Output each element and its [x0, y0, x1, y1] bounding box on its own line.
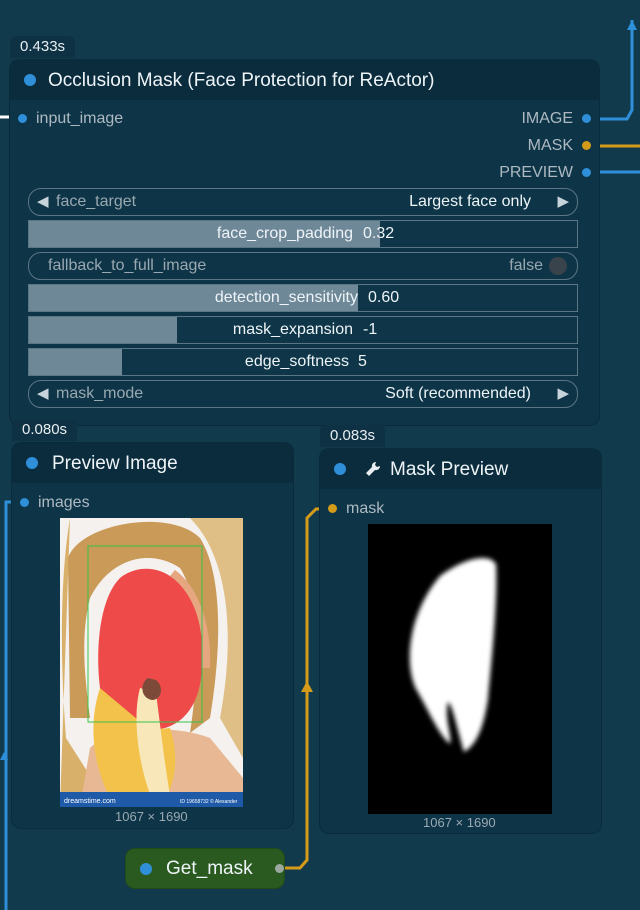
- mask-expansion-slider[interactable]: mask_expansion -1: [28, 316, 578, 344]
- arrow-left-icon[interactable]: ◀: [37, 384, 49, 402]
- occlusion-mask-node[interactable]: Occlusion Mask (Face Protection for ReAc…: [10, 60, 599, 425]
- mask-preview-node[interactable]: Mask Preview mask 1067 × 1690: [320, 449, 601, 833]
- arrow-right-icon[interactable]: ▶: [557, 192, 569, 210]
- output-mask-slot[interactable]: [582, 141, 591, 150]
- widget-label: face_target: [56, 193, 137, 210]
- node-status-dot[interactable]: [334, 463, 346, 475]
- watermark-left: dreamstime.com: [64, 798, 116, 805]
- node-header[interactable]: Mask Preview: [320, 449, 601, 489]
- preview-image[interactable]: dreamstime.com ID 19658732 © Alexander: [60, 518, 243, 807]
- output-preview-label: PREVIEW: [499, 164, 573, 181]
- preview-image-node[interactable]: Preview Image images dreamstime.com ID 1…: [12, 443, 293, 828]
- widget-label: mask_expansion: [232, 321, 353, 338]
- mask-image[interactable]: [368, 524, 552, 814]
- detection-sensitivity-slider[interactable]: detection_sensitivity 0.60: [28, 284, 578, 312]
- output-preview-slot[interactable]: [582, 168, 591, 177]
- widget-label: edge_softness: [244, 353, 349, 370]
- slider-fill: [29, 317, 177, 343]
- input-label: mask: [346, 500, 385, 517]
- execution-time-badge: 0.080s: [12, 419, 78, 441]
- arrow-left-icon[interactable]: ◀: [37, 192, 49, 210]
- widget-value: Largest face only: [409, 193, 531, 210]
- node-header[interactable]: Occlusion Mask (Face Protection for ReAc…: [10, 60, 599, 100]
- get-mask-node[interactable]: Get_mask: [126, 849, 284, 888]
- widget-label: fallback_to_full_image: [48, 257, 207, 274]
- input-label: images: [38, 494, 90, 511]
- output-image-slot[interactable]: [582, 114, 591, 123]
- image-size-caption: 1067 × 1690: [423, 815, 496, 830]
- mask-picture: [409, 557, 497, 752]
- output-mask-label: MASK: [527, 137, 573, 154]
- output-slot[interactable]: [275, 864, 284, 873]
- execution-time-badge: 0.433s: [10, 36, 76, 58]
- input-label: input_image: [36, 110, 124, 127]
- widget-label: face_crop_padding: [216, 225, 353, 242]
- face-crop-padding-slider[interactable]: face_crop_padding 0.32: [28, 220, 578, 248]
- toggle-knob[interactable]: [549, 257, 567, 275]
- node-status-dot[interactable]: [24, 74, 36, 86]
- edge-softness-slider[interactable]: edge_softness 5: [28, 348, 578, 376]
- widget-value: 0.32: [363, 225, 395, 242]
- watermark-right: ID 19658732 © Alexander: [180, 798, 238, 805]
- widget-label: detection_sensitivity: [214, 289, 358, 306]
- mask-input-slot[interactable]: [328, 504, 337, 513]
- arrow-right-icon[interactable]: ▶: [557, 384, 569, 402]
- image-size-caption: 1067 × 1690: [115, 809, 188, 824]
- node-title: Occlusion Mask (Face Protection for ReAc…: [48, 70, 435, 91]
- widget-value: Soft (recommended): [385, 385, 531, 402]
- node-title: Preview Image: [52, 453, 178, 474]
- face-target-combo[interactable]: ◀ face_target Largest face only ▶: [28, 188, 578, 216]
- node-title: Mask Preview: [390, 459, 509, 480]
- node-title: Get_mask: [166, 858, 253, 879]
- widget-value: -1: [363, 321, 378, 338]
- widget-label: mask_mode: [56, 385, 144, 402]
- wrench-icon: [364, 460, 382, 483]
- input-image-slot[interactable]: [18, 114, 27, 123]
- fallback-to-full-image-toggle[interactable]: fallback_to_full_image false: [28, 252, 578, 280]
- node-status-dot[interactable]: [140, 863, 152, 875]
- node-status-dot[interactable]: [26, 457, 38, 469]
- images-input-slot[interactable]: [20, 498, 29, 507]
- widget-value: 0.60: [368, 289, 400, 306]
- widget-value: 5: [358, 353, 367, 370]
- node-header[interactable]: Preview Image: [12, 443, 293, 483]
- execution-time-badge: 0.083s: [320, 425, 386, 447]
- preview-picture: dreamstime.com ID 19658732 © Alexander: [60, 518, 243, 807]
- slider-fill: [29, 349, 123, 375]
- widget-value: false: [509, 257, 543, 274]
- output-image-label: IMAGE: [521, 110, 573, 127]
- mask-mode-combo[interactable]: ◀ mask_mode Soft (recommended) ▶: [28, 380, 578, 408]
